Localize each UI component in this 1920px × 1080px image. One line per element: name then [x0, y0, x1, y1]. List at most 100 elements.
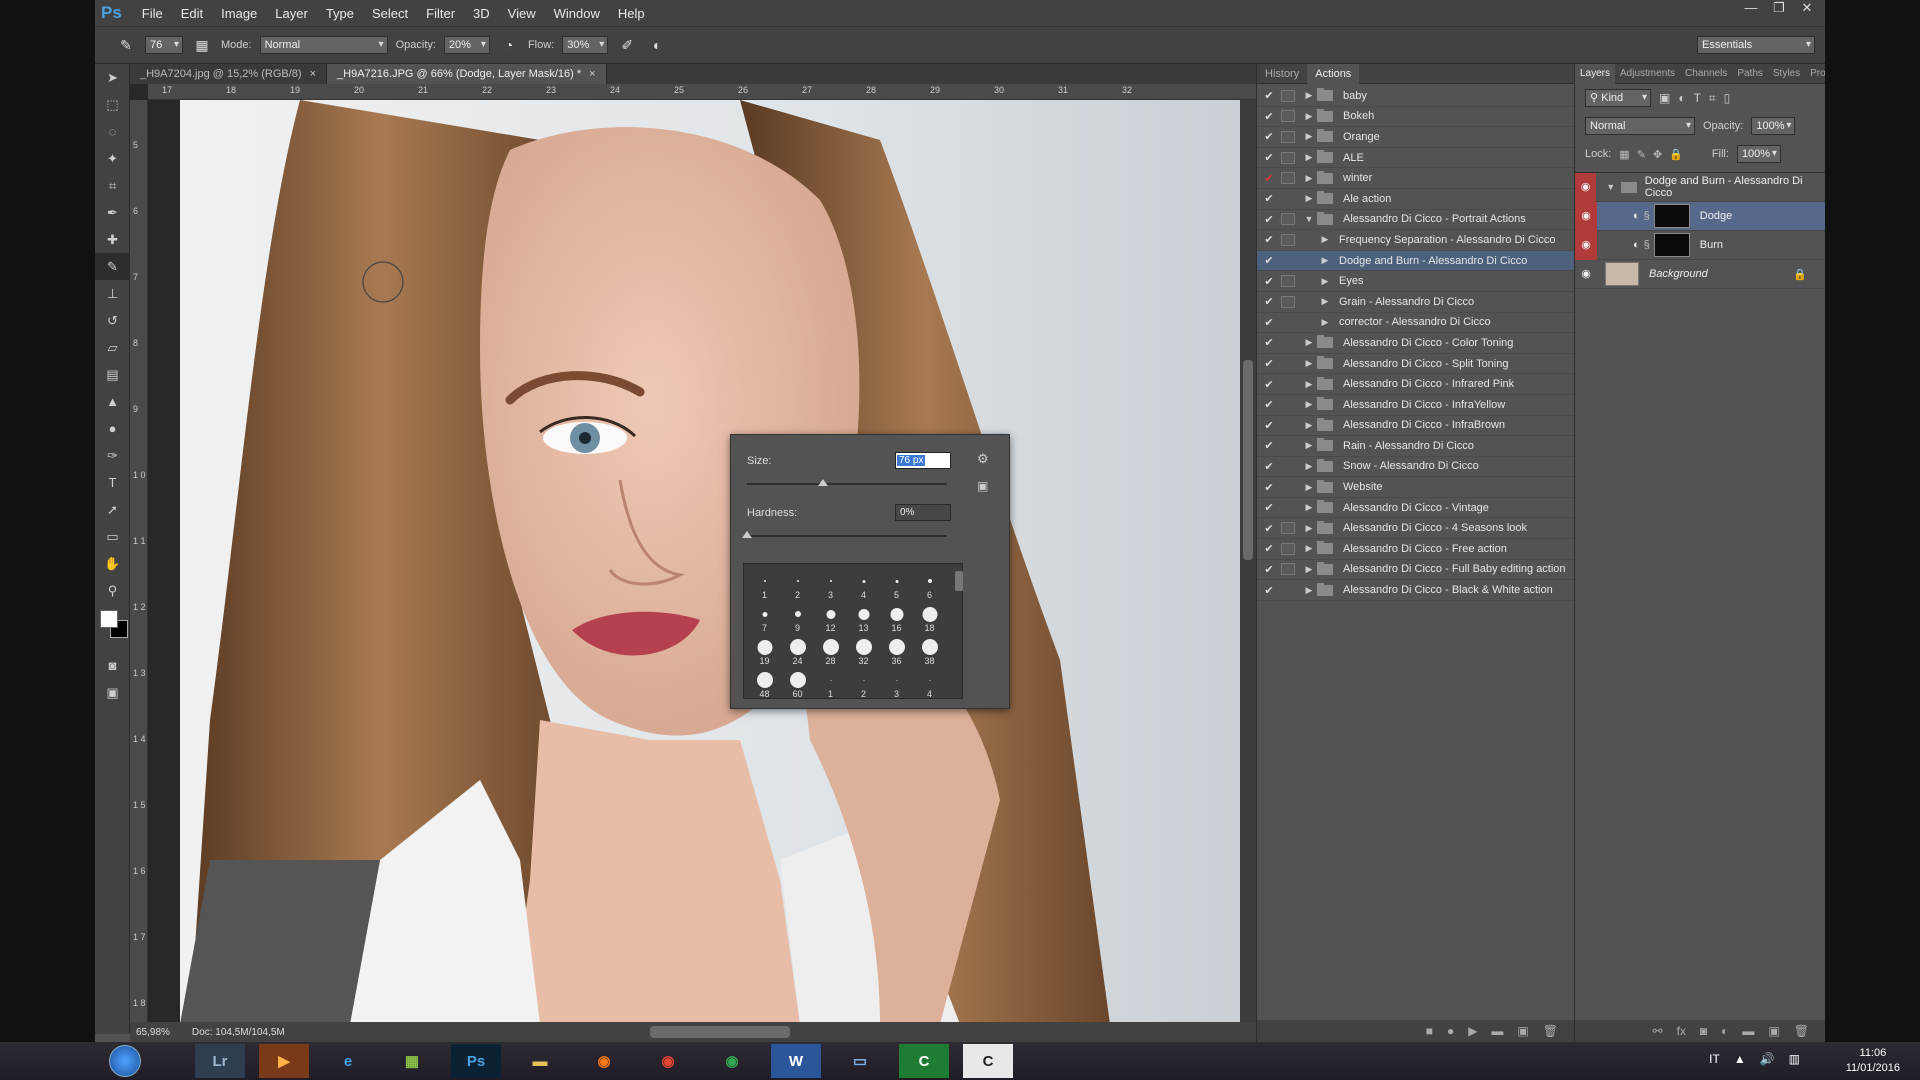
- dialog-toggle-icon[interactable]: [1281, 193, 1295, 205]
- eraser-tool-icon[interactable]: ▱: [95, 334, 130, 361]
- action-item[interactable]: ✔ ▶ Grain - Alessandro Di Cicco: [1257, 292, 1574, 313]
- healing-tool-icon[interactable]: ✚: [95, 226, 130, 253]
- record-icon[interactable]: ●: [1447, 1024, 1454, 1038]
- canvas-image[interactable]: [180, 100, 1240, 1024]
- check-icon[interactable]: ✔: [1257, 357, 1281, 370]
- chevron-right-icon[interactable]: ▶: [1301, 337, 1317, 348]
- hardness-slider[interactable]: [742, 531, 947, 538]
- blend-mode-dropdown[interactable]: Normal: [1585, 117, 1695, 135]
- chevron-right-icon[interactable]: ▶: [1301, 358, 1317, 369]
- close-icon[interactable]: ×: [310, 68, 316, 80]
- gear-icon[interactable]: ⚙: [977, 451, 989, 467]
- new-action-icon[interactable]: ▣: [1517, 1024, 1528, 1038]
- check-icon[interactable]: ✔: [1257, 172, 1281, 185]
- dialog-toggle-icon[interactable]: [1281, 460, 1295, 472]
- dialog-toggle-icon[interactable]: [1281, 233, 1295, 246]
- new-preset-icon[interactable]: ▣: [977, 479, 988, 493]
- action-item[interactable]: ✔ ▶ Dodge and Burn - Alessandro Di Cicco: [1257, 250, 1574, 272]
- chevron-right-icon[interactable]: ▶: [1301, 379, 1317, 390]
- brush-preset[interactable]: 1: [748, 567, 781, 600]
- delete-layer-icon[interactable]: 🗑: [1794, 1024, 1809, 1038]
- check-icon[interactable]: ✔: [1257, 254, 1281, 267]
- layer-opacity-field[interactable]: 100%: [1751, 117, 1796, 135]
- volume-icon[interactable]: 🔊: [1760, 1052, 1775, 1066]
- check-icon[interactable]: ✔: [1257, 233, 1281, 246]
- hardness-input[interactable]: 0%: [895, 504, 951, 521]
- hand-tool-icon[interactable]: ✋: [95, 550, 130, 577]
- dialog-toggle-icon[interactable]: [1281, 172, 1295, 185]
- tab-layers[interactable]: Layers: [1575, 64, 1616, 84]
- size-slider-knob[interactable]: [818, 479, 828, 486]
- chevron-right-icon[interactable]: ▶: [1301, 440, 1317, 451]
- check-icon[interactable]: ✔: [1257, 110, 1281, 123]
- chevron-right-icon[interactable]: ▶: [1301, 461, 1317, 472]
- new-group-icon[interactable]: ▬: [1742, 1024, 1754, 1038]
- shape-tool-icon[interactable]: ▭: [95, 523, 130, 550]
- action-set[interactable]: ✔ ▶ Alessandro Di Cicco - Infrared Pink: [1257, 374, 1574, 395]
- dialog-toggle-icon[interactable]: [1281, 563, 1295, 576]
- menu-layer[interactable]: Layer: [275, 6, 308, 21]
- brush-preset[interactable]: 4: [913, 666, 946, 699]
- gradient-tool-icon[interactable]: ▤: [95, 361, 130, 388]
- taskbar-app[interactable]: ◉: [643, 1044, 693, 1078]
- blur-tool-icon[interactable]: ▲: [95, 388, 130, 415]
- check-icon[interactable]: ✔: [1257, 419, 1281, 432]
- check-icon[interactable]: ✔: [1257, 481, 1281, 494]
- eyedropper-tool-icon[interactable]: ✒: [95, 199, 130, 226]
- brush-preset[interactable]: 24: [781, 633, 814, 666]
- dialog-toggle-icon[interactable]: [1281, 110, 1295, 123]
- history-brush-tool-icon[interactable]: ↺: [95, 307, 130, 334]
- action-set[interactable]: ✔ ▶ Bokeh: [1257, 107, 1574, 128]
- action-set[interactable]: ✔ ▶ Ale action: [1257, 189, 1574, 210]
- brush-preset[interactable]: 6: [913, 567, 946, 600]
- check-icon[interactable]: ✔: [1257, 398, 1281, 411]
- brush-preset[interactable]: 32: [847, 633, 880, 666]
- taskbar-app[interactable]: Lr: [195, 1044, 245, 1078]
- brush-preset[interactable]: 2: [847, 666, 880, 699]
- brush-preset[interactable]: 7: [748, 600, 781, 633]
- size-slider[interactable]: [747, 479, 947, 486]
- kind-filter-dropdown[interactable]: ⚲ Kind: [1585, 89, 1651, 107]
- check-icon[interactable]: ✔: [1257, 460, 1281, 473]
- action-set[interactable]: ✔ ▼ Alessandro Di Cicco - Portrait Actions: [1257, 210, 1574, 231]
- action-item[interactable]: ✔ ▶ Eyes: [1257, 271, 1574, 292]
- brush-preset[interactable]: 3: [880, 666, 913, 699]
- taskbar-app[interactable]: Ps: [451, 1044, 501, 1078]
- brush-preset[interactable]: 48: [748, 666, 781, 699]
- dialog-toggle-icon[interactable]: [1281, 378, 1295, 390]
- zoom-tool-icon[interactable]: ⚲: [95, 577, 130, 604]
- action-set[interactable]: ✔ ▶ Alessandro Di Cicco - Free action: [1257, 539, 1574, 560]
- dialog-toggle-icon[interactable]: [1281, 542, 1295, 555]
- adjustment-layer-icon[interactable]: ◐: [1721, 1024, 1728, 1038]
- tab-history[interactable]: History: [1257, 64, 1307, 84]
- scroll-thumb[interactable]: [1243, 360, 1253, 560]
- menu-file[interactable]: File: [142, 6, 163, 21]
- close-icon[interactable]: ×: [589, 68, 595, 80]
- doc-tab-active[interactable]: _H9A7216.JPG @ 66% (Dodge, Layer Mask/16…: [327, 64, 607, 84]
- tab-styles[interactable]: Styles: [1768, 64, 1805, 84]
- check-icon[interactable]: ✔: [1257, 192, 1281, 205]
- tab-adjustments[interactable]: Adjustments: [1615, 64, 1680, 84]
- size-input[interactable]: 76 px: [895, 452, 951, 469]
- quick-select-tool-icon[interactable]: ✦: [95, 145, 130, 172]
- new-layer-icon[interactable]: ▣: [1768, 1024, 1779, 1038]
- brush-preset[interactable]: 3: [814, 567, 847, 600]
- chevron-right-icon[interactable]: ▶: [1301, 543, 1317, 554]
- close-icon[interactable]: ✕: [1793, 0, 1821, 16]
- chevron-right-icon[interactable]: ▶: [1301, 399, 1317, 410]
- layer-group-row[interactable]: ◉ ▼ Dodge and Burn - Alessandro Di Cicco: [1575, 172, 1825, 202]
- chevron-right-icon[interactable]: ▶: [1301, 523, 1317, 534]
- filter-icons[interactable]: ▣◐T⌗▯: [1659, 91, 1738, 106]
- chevron-right-icon[interactable]: ▶: [1317, 276, 1333, 287]
- taskbar-app[interactable]: W: [771, 1044, 821, 1078]
- check-icon[interactable]: ✔: [1257, 213, 1281, 226]
- quick-mask-icon[interactable]: ◙: [95, 652, 130, 679]
- check-icon[interactable]: ✔: [1257, 130, 1281, 143]
- action-set[interactable]: ✔ ▶ Alessandro Di Cicco - InfraBrown: [1257, 416, 1574, 437]
- brush-preset[interactable]: 28: [814, 633, 847, 666]
- check-icon[interactable]: ✔: [1257, 151, 1281, 164]
- background-thumbnail[interactable]: [1605, 262, 1639, 286]
- dialog-toggle-icon[interactable]: [1281, 316, 1295, 328]
- check-icon[interactable]: ✔: [1257, 275, 1281, 288]
- opacity-field[interactable]: 20%: [443, 36, 490, 54]
